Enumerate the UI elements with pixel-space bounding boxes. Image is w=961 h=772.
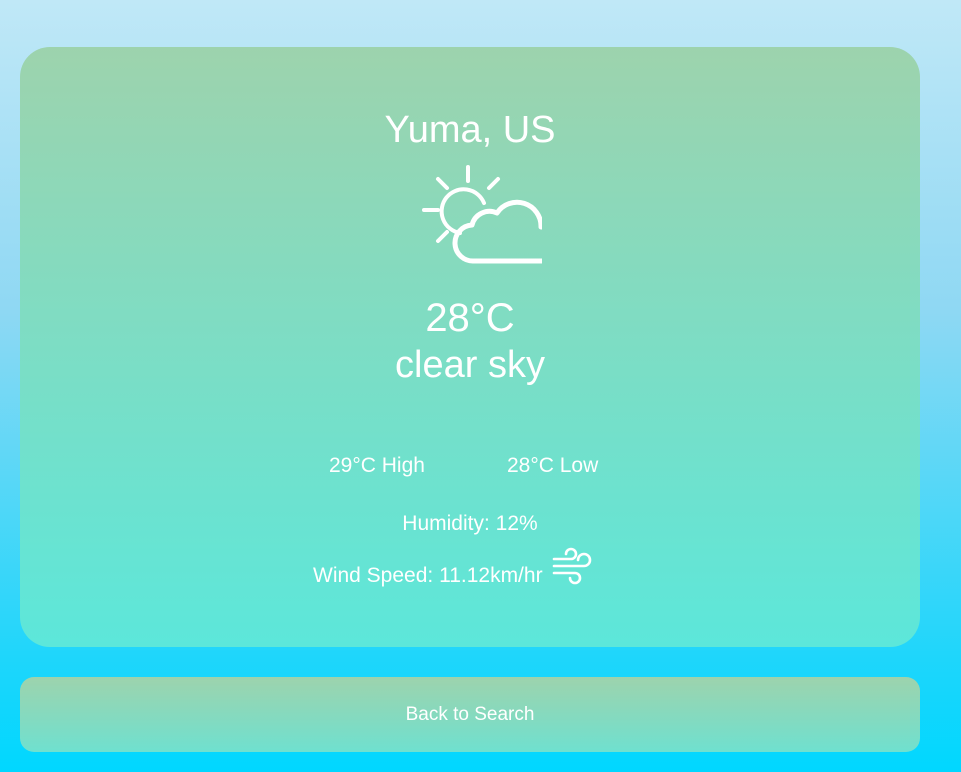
back-to-search-button[interactable]: Back to Search: [20, 677, 920, 752]
partly-cloudy-icon: [422, 165, 542, 264]
low-temperature: 28°C Low: [507, 454, 599, 477]
humidity: Humidity: 12%: [402, 512, 538, 535]
weather-description: clear sky: [395, 344, 545, 386]
wind-row: Wind Speed: 11.12km/hr: [313, 547, 593, 589]
temperature: 28°C: [425, 296, 515, 340]
wind-icon: [552, 547, 591, 585]
location-title: Yuma, US: [384, 109, 556, 151]
weather-card: Yuma, US 28°C clear sky 29°C High 28°C L…: [20, 47, 920, 647]
high-temperature: 29°C High: [329, 454, 425, 477]
wind-speed: Wind Speed: 11.12km/hr: [313, 564, 543, 587]
